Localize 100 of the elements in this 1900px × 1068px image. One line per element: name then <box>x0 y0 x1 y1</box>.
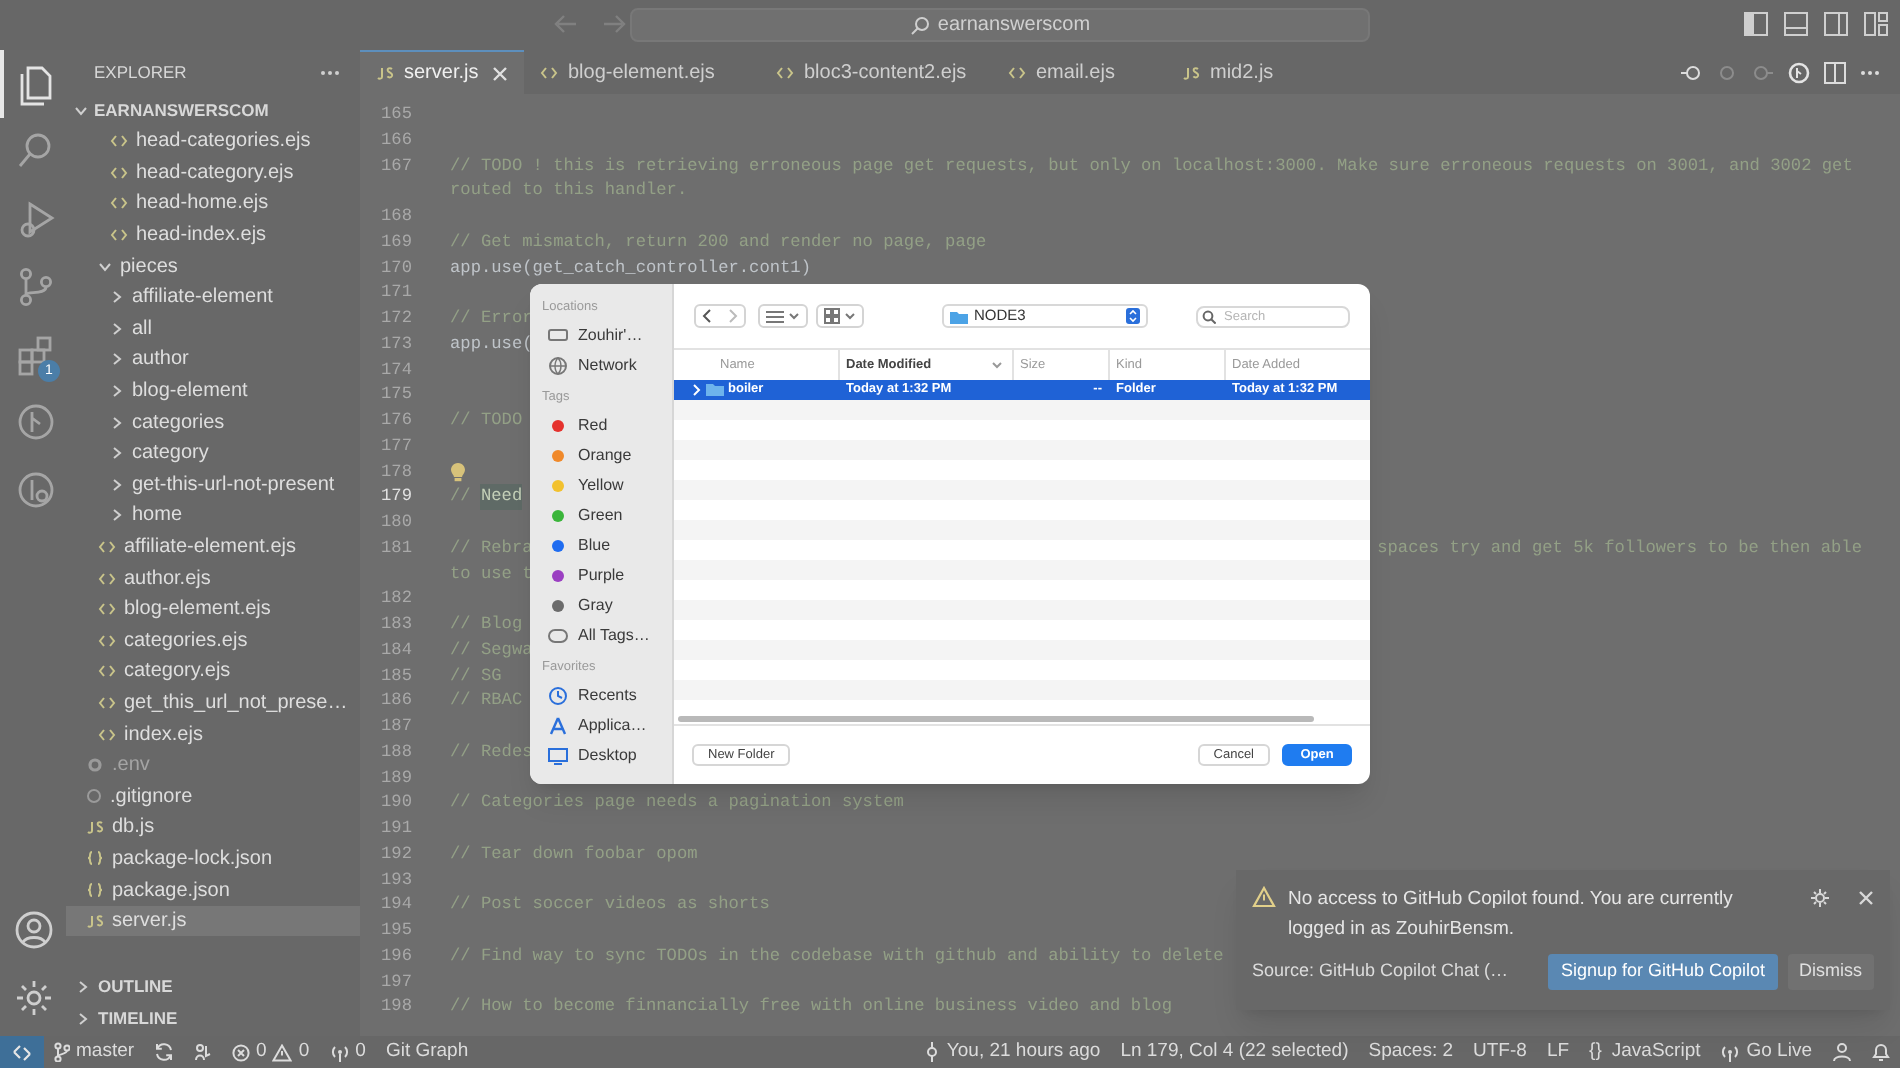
settings-icon[interactable] <box>13 978 53 1018</box>
file-row[interactable]: categories.ejs <box>66 625 360 657</box>
sidebar-item[interactable]: Network <box>542 350 672 380</box>
file-row[interactable]: author.ejs <box>66 562 360 594</box>
line-number: 190 <box>379 790 412 816</box>
lightbulb-icon[interactable] <box>450 461 466 482</box>
folder-row[interactable]: author <box>66 344 360 376</box>
sidebar-item[interactable]: Recents <box>542 680 672 710</box>
go-back-icon[interactable] <box>1680 61 1702 83</box>
scrollbar-thumb[interactable] <box>678 715 1314 721</box>
sidebar-item[interactable]: Red <box>542 410 672 440</box>
file-row[interactable]: get_this_url_not_prese… <box>66 687 360 719</box>
sidebar-item[interactable]: Yellow <box>542 470 672 500</box>
branch-icon[interactable] <box>15 266 55 310</box>
status-item[interactable]: 0 0 <box>222 1036 320 1068</box>
commit-icon <box>924 1042 941 1062</box>
sync-icon <box>154 1042 175 1062</box>
file-row[interactable]: affiliate-element.ejs <box>66 531 360 563</box>
file-row[interactable]: head-home.ejs <box>66 188 360 220</box>
file-row[interactable]: blog-element.ejs <box>66 593 360 625</box>
folder-row[interactable]: all <box>66 313 360 345</box>
line-number: 183 <box>379 612 412 638</box>
secondary-sidebar-icon[interactable] <box>1824 12 1848 36</box>
extensions-icon[interactable] <box>15 334 55 378</box>
file-row[interactable]: index.ejs <box>66 718 360 750</box>
file-row[interactable]: category.ejs <box>66 656 360 688</box>
status-item[interactable]: You, 21 hours ago <box>914 1036 1111 1068</box>
file-row[interactable]: head-category.ejs <box>66 157 360 189</box>
file-row[interactable]: .env <box>66 749 360 781</box>
sidebar-item[interactable]: Desktop <box>542 740 672 770</box>
account-icon[interactable] <box>13 910 53 950</box>
js-file-icon <box>86 914 104 929</box>
status-item[interactable] <box>0 1036 44 1068</box>
split-editor-icon[interactable] <box>1824 61 1846 83</box>
sidebar-item[interactable]: Applica… <box>542 710 672 740</box>
status-item[interactable]: Git Graph <box>375 1036 479 1068</box>
sidebar-item[interactable]: Gray <box>542 590 672 620</box>
sidebar-item[interactable]: Zouhir'… <box>542 320 672 350</box>
editor-tab[interactable]: mid2.js <box>1166 50 1306 94</box>
status-item[interactable]: Ln 179, Col 4 (22 selected) <box>1110 1036 1359 1068</box>
chevron-right-icon <box>110 477 124 492</box>
file-row[interactable]: db.js <box>66 812 360 844</box>
files-icon[interactable] <box>15 62 55 106</box>
git-graph-icon[interactable] <box>1788 61 1810 83</box>
warning-icon <box>1252 886 1276 908</box>
status-item[interactable]: UTF-8 <box>1463 1036 1537 1068</box>
code-brackets-icon <box>98 571 116 586</box>
sidebar-item[interactable]: Green <box>542 500 672 530</box>
notification-button[interactable]: Signup for GitHub Copilot <box>1548 954 1777 990</box>
folder-row[interactable]: categories <box>66 406 360 438</box>
status-item[interactable]: 0 <box>319 1036 376 1068</box>
command-center-search[interactable]: earnanswerscom <box>630 8 1370 42</box>
file-row[interactable]: package-lock.json <box>66 843 360 875</box>
close-icon[interactable] <box>1858 890 1874 906</box>
file-row[interactable]: .gitignore <box>66 780 360 813</box>
sidebar-item[interactable]: Orange <box>542 440 672 470</box>
status-item[interactable]: LF <box>1536 1036 1580 1068</box>
file-row[interactable]: package.json <box>66 874 360 906</box>
folder-row[interactable]: home <box>66 500 360 532</box>
folder-icon <box>706 384 724 396</box>
file-row[interactable]: head-index.ejs <box>66 219 360 251</box>
status-item[interactable]: Spaces: 2 <box>1358 1036 1464 1068</box>
line-number: 177 <box>379 433 412 459</box>
file-row[interactable]: head-categories.ejs <box>66 126 360 158</box>
caret-icon <box>844 312 856 320</box>
line-number: 196 <box>379 943 412 969</box>
notification-button[interactable]: Dismiss <box>1787 954 1874 990</box>
panel-layout-icon[interactable] <box>1784 12 1808 36</box>
folder-row[interactable]: category <box>66 437 360 470</box>
line-number: 181 <box>379 535 412 561</box>
close-icon[interactable] <box>492 65 508 81</box>
editor-tab[interactable]: bloc3-content2.ejs <box>760 50 992 94</box>
editor-tab[interactable]: blog-element.ejs <box>524 50 760 94</box>
file-row[interactable]: server.js <box>66 905 360 937</box>
section-header[interactable]: OUTLINE <box>66 970 360 1002</box>
run-debug-icon[interactable] <box>15 198 55 242</box>
folder-row[interactable]: get-this-url-not-present <box>66 469 360 501</box>
line-number: 192 <box>379 841 412 867</box>
customize-layout-icon[interactable] <box>1864 12 1888 36</box>
folder-row[interactable]: affiliate-element <box>66 281 360 314</box>
editor-tab[interactable]: server.js <box>360 50 524 94</box>
settings-icon[interactable] <box>1810 888 1830 908</box>
folder-row[interactable]: pieces <box>66 250 360 282</box>
section-header[interactable]: TIMELINE <box>66 1002 360 1034</box>
sidebar-layout-icon[interactable] <box>1744 12 1768 36</box>
more-icon[interactable] <box>1860 69 1880 75</box>
folder-row[interactable]: EARNANSWERSCOM <box>66 94 360 126</box>
sidebar-item[interactable]: Purple <box>542 560 672 590</box>
js-file-icon <box>86 820 104 835</box>
status-item[interactable]: Go Live <box>1710 1036 1822 1068</box>
view-menu[interactable] <box>758 304 808 328</box>
sidebar-item[interactable]: All Tags… <box>542 620 672 650</box>
more-icon[interactable] <box>320 69 340 75</box>
status-item[interactable]: {} JavaScript <box>1579 1036 1711 1068</box>
group-menu[interactable] <box>816 304 864 328</box>
folder-row[interactable]: blog-element <box>66 375 360 407</box>
code-text: // <box>450 484 473 510</box>
editor-tab[interactable]: email.ejs <box>992 50 1166 94</box>
status-item[interactable]: master <box>44 1036 145 1068</box>
sidebar-item[interactable]: Blue <box>542 530 672 560</box>
